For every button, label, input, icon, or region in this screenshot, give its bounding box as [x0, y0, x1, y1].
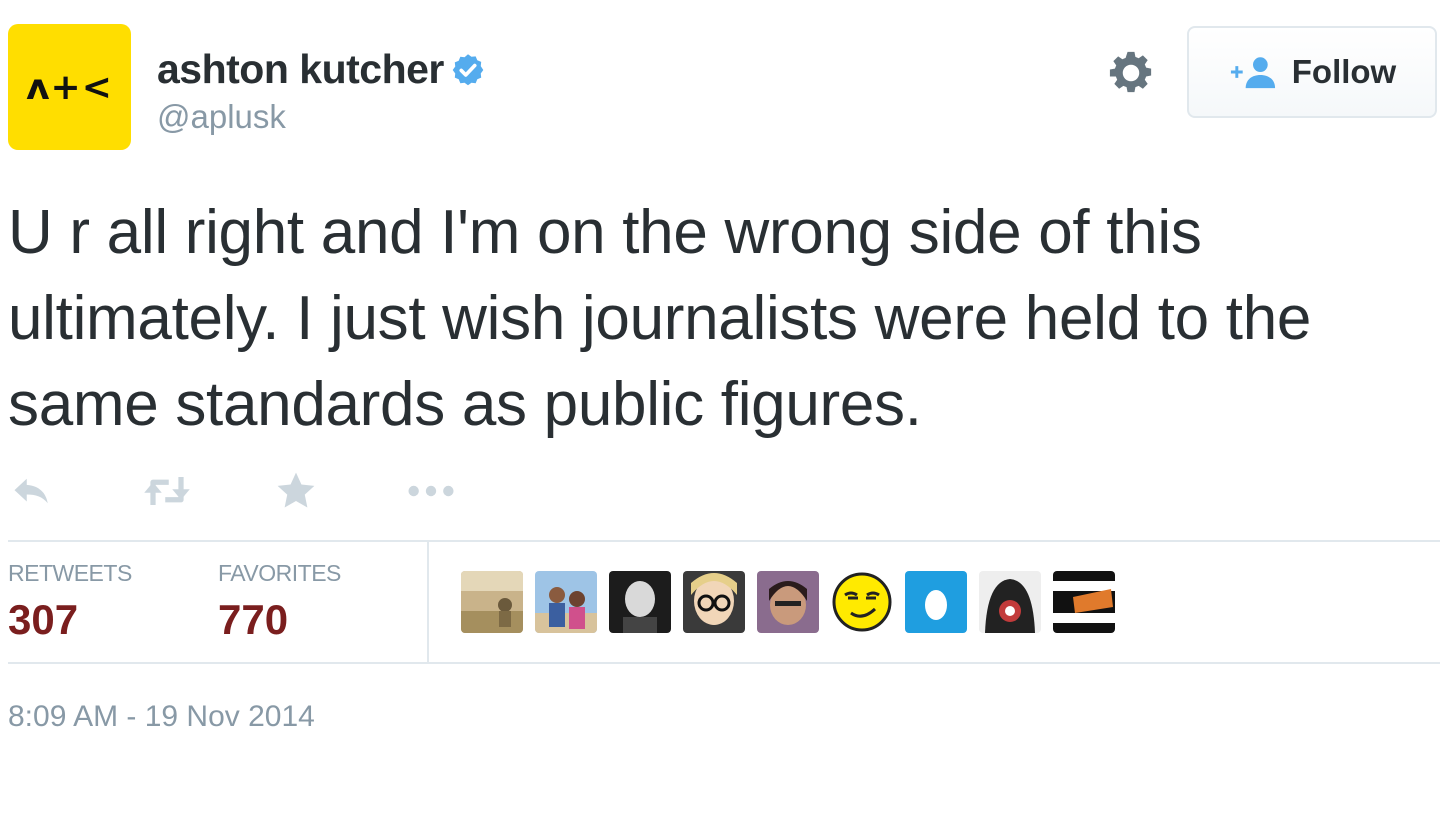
- favoriter-avatar[interactable]: [609, 571, 671, 633]
- tweet-actions: [10, 470, 470, 512]
- add-user-icon: [1230, 57, 1275, 89]
- follow-button[interactable]: Follow: [1187, 26, 1437, 118]
- tweet-timestamp[interactable]: 8:09 AM - 19 Nov 2014: [8, 700, 315, 734]
- stats-bottom-divider: [8, 662, 1440, 664]
- more-icon[interactable]: [405, 470, 457, 512]
- favoriter-avatar[interactable]: [757, 571, 819, 633]
- retweets-label: RETWEETS: [8, 560, 132, 586]
- tweet-text: U r all right and I'm on the wrong side …: [8, 198, 1312, 439]
- favoriter-avatar[interactable]: [461, 571, 523, 633]
- favoriters-list: [461, 571, 1115, 633]
- star-icon[interactable]: [275, 470, 317, 512]
- favorites-count[interactable]: 770: [218, 596, 288, 644]
- author-fullname[interactable]: ashton kutcher: [157, 46, 444, 93]
- follow-label: Follow: [1291, 53, 1397, 90]
- favoriter-avatar[interactable]: [535, 571, 597, 633]
- stats-top-divider: [8, 540, 1440, 542]
- egg-avatar[interactable]: [905, 571, 967, 633]
- reply-icon[interactable]: [10, 470, 54, 512]
- retweets-count[interactable]: 307: [8, 596, 78, 644]
- favoriter-avatar[interactable]: [683, 571, 745, 633]
- author-name-row: ashton kutcher: [157, 46, 486, 93]
- favorites-label: FAVORITES: [218, 560, 341, 586]
- profile-avatar[interactable]: ʌ+<: [8, 24, 131, 150]
- favoriter-avatar[interactable]: [979, 571, 1041, 633]
- gear-icon[interactable]: [1108, 50, 1154, 96]
- favoriter-avatar[interactable]: [1053, 571, 1115, 633]
- avatar-logo-text: ʌ+<: [26, 66, 113, 108]
- smiley-face-avatar[interactable]: [831, 571, 893, 633]
- author-handle[interactable]: @aplusk: [157, 98, 286, 136]
- stats-separator: [427, 542, 429, 662]
- retweet-icon[interactable]: [140, 470, 194, 512]
- verified-badge-icon: [452, 53, 484, 85]
